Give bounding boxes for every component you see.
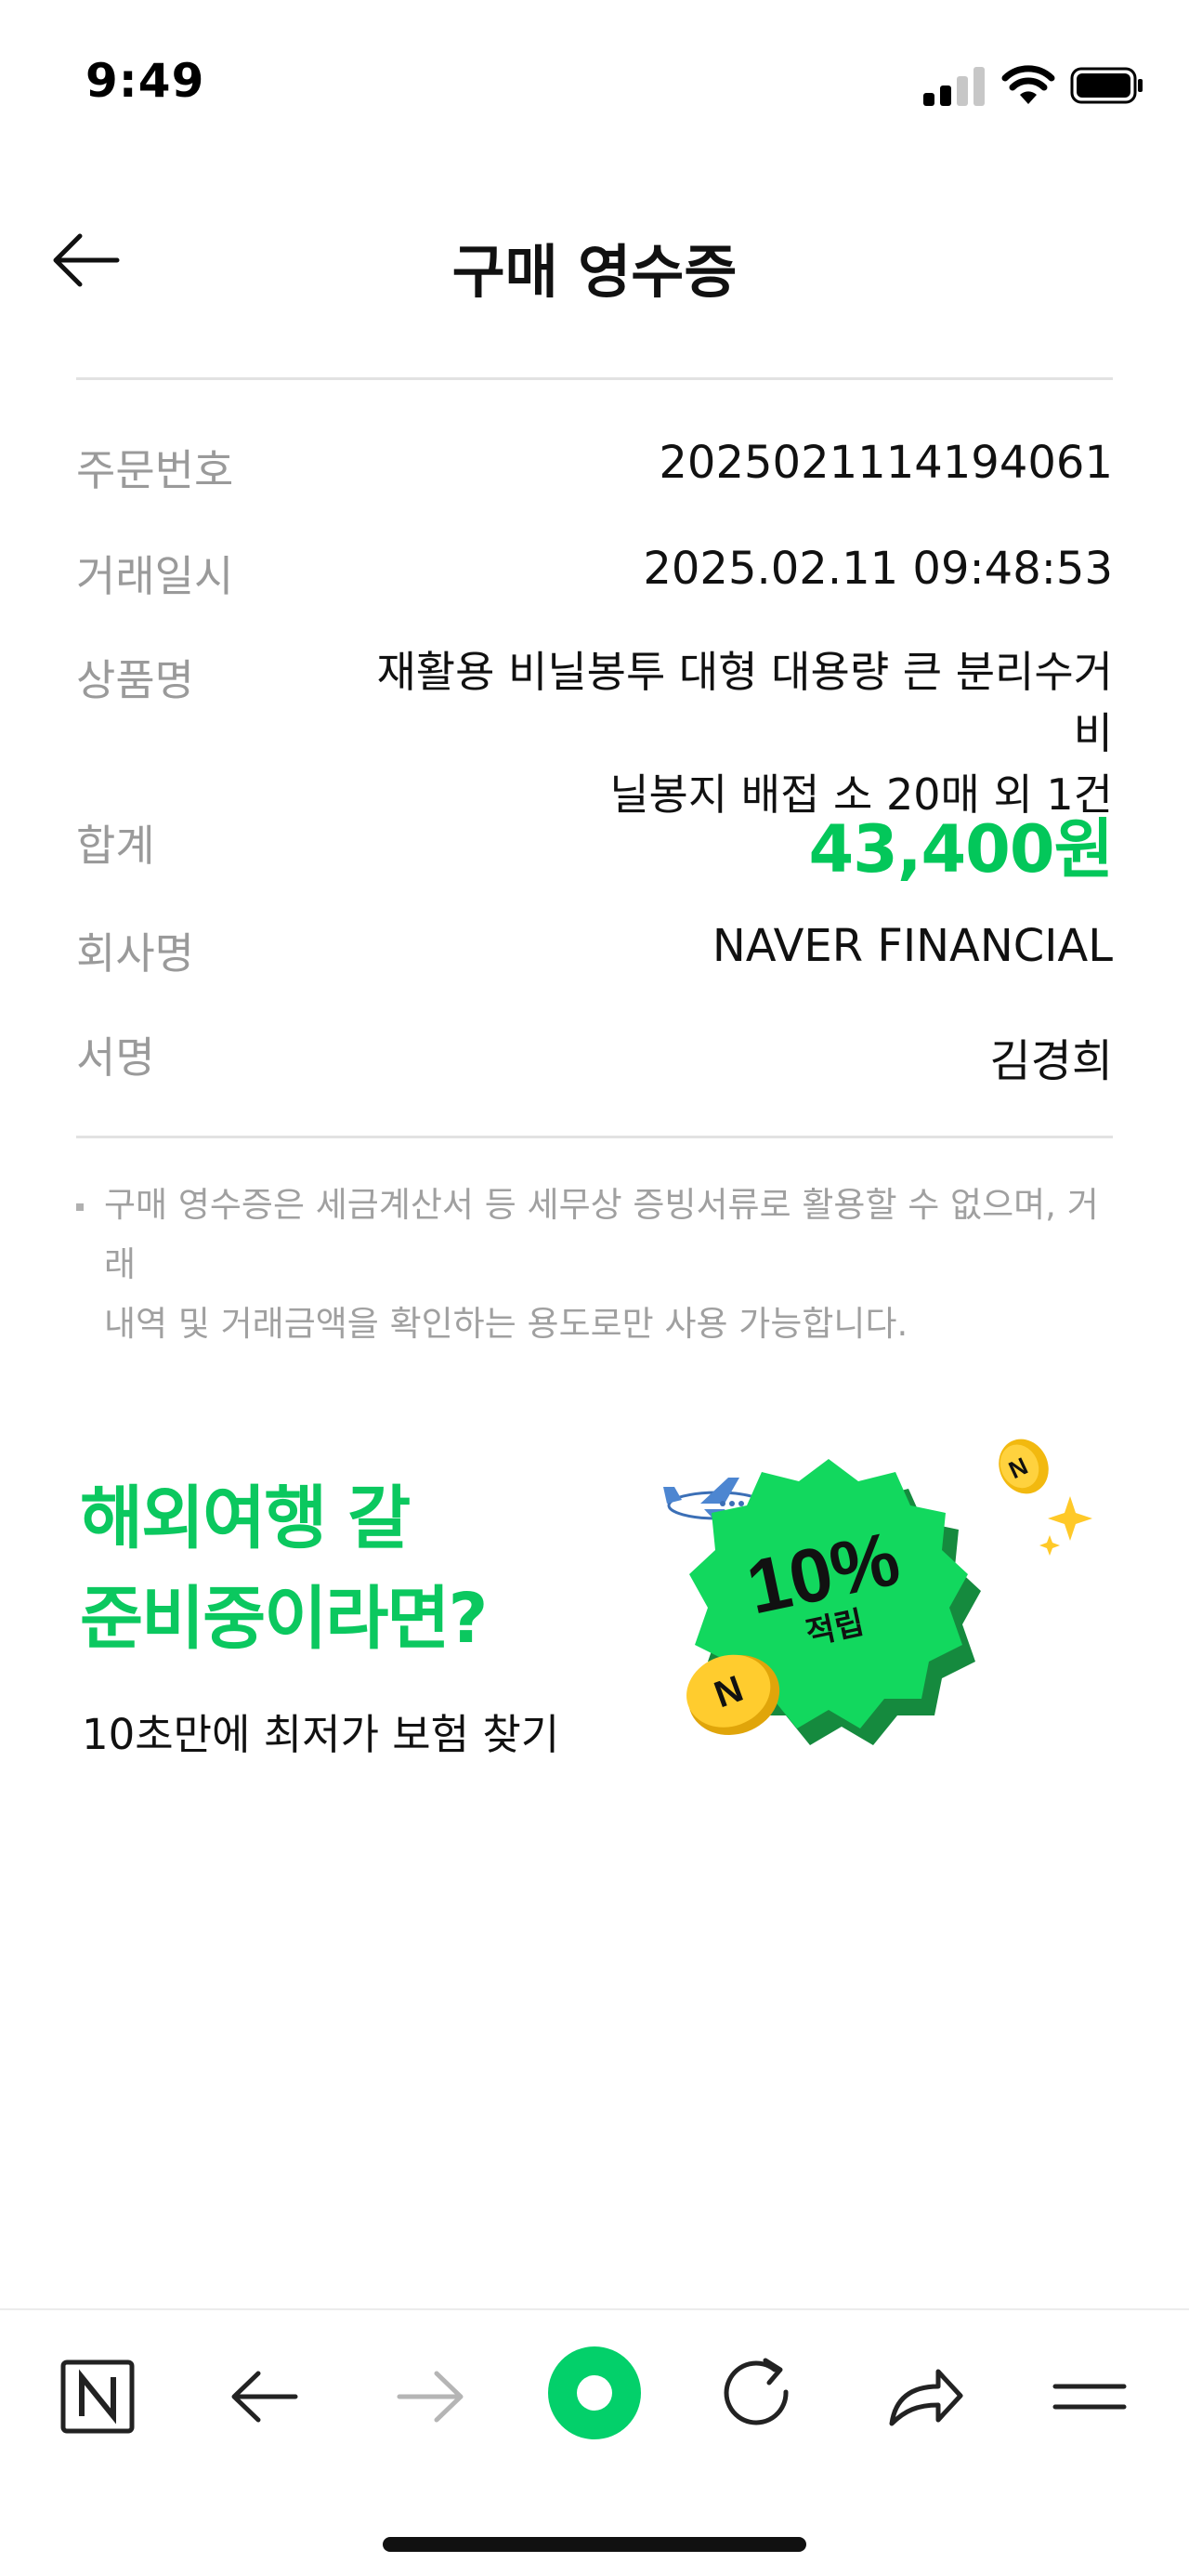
banner-title-line-2: 준비중이라면? [80,1579,488,1659]
wifi-icon [1001,65,1055,104]
browser-toolbar [0,2308,1189,2576]
order-number-value: 2025021114194061 [659,437,1113,489]
signature-label: 서명 [76,1032,155,1083]
company-row: 회사명 NAVER FINANCIAL [76,920,1113,979]
order-number-row: 주문번호 2025021114194061 [76,437,1113,495]
coin-icon-top: N [999,1439,1049,1494]
back-icon[interactable] [214,2346,316,2448]
banner-title-line-1: 해외여행 갈 [80,1479,411,1558]
signature-value: 김경희 [989,1035,1113,1087]
total-amount: 43,400원 [808,811,1114,887]
share-icon[interactable] [873,2346,975,2448]
transaction-date-row: 거래일시 2025.02.11 09:48:53 [76,543,1113,601]
total-label: 합계 [76,821,155,871]
battery-icon [1070,67,1143,104]
refresh-icon[interactable] [708,2346,810,2448]
green-dot-icon[interactable] [543,2342,646,2444]
signature-row: 서명 김경희 [76,1024,1113,1087]
sparkle-icon [1048,1496,1092,1541]
forward-icon[interactable] [379,2346,481,2448]
receipt-notice: 구매 영수증은 세금계산서 등 세무상 증빙서류로 활용할 수 없으며, 거래 … [76,1176,1113,1354]
product-name-row: 상품명 재활용 비닐봉투 대형 대용량 큰 분리수거 비 닐봉지 배접 소 20… [76,647,1113,820]
naver-home-icon[interactable] [46,2346,149,2448]
product-name-line-1: 재활용 비닐봉투 대형 대용량 큰 분리수거 비 [376,647,1113,758]
notice-line-2: 내역 및 거래금액을 확인하는 용도로만 사용 가능합니다. [104,1304,908,1344]
transaction-date-value: 2025.02.11 09:48:53 [643,543,1113,595]
order-number-label: 주문번호 [76,445,234,495]
banner-subtitle: 10초만에 최저가 보험 찾기 [82,1710,560,1759]
bullet-icon [76,1203,84,1211]
banner-illustration: 10% 적립 N N [663,1439,1092,1745]
status-time: 9:49 [85,54,205,108]
status-icons [923,65,1146,106]
company-value: NAVER FINANCIAL [712,920,1113,972]
travel-insurance-banner[interactable]: 해외여행 갈 준비중이라면? 10초만에 최저가 보험 찾기 10% 적립 N … [76,1431,1113,1784]
bottom-divider [76,1136,1113,1138]
page-title: 구매 영수증 [451,238,738,306]
product-name-label: 상품명 [76,655,194,705]
header: 구매 영수증 [0,186,1189,335]
company-label: 회사명 [76,928,194,979]
notice-line-1: 구매 영수증은 세금계산서 등 세무상 증빙서류로 활용할 수 없으며, 거래 [104,1185,1099,1284]
menu-icon[interactable] [1039,2346,1141,2448]
sparkle-icon-small [1039,1535,1060,1556]
status-bar: 9:49 [0,0,1189,167]
top-divider [76,377,1113,380]
cellular-signal-icon [923,67,985,106]
home-indicator [383,2537,806,2552]
total-row: 합계 43,400원 [76,811,1114,887]
transaction-date-label: 거래일시 [76,551,234,601]
banner-title: 해외여행 갈 준비중이라면? [80,1468,488,1669]
